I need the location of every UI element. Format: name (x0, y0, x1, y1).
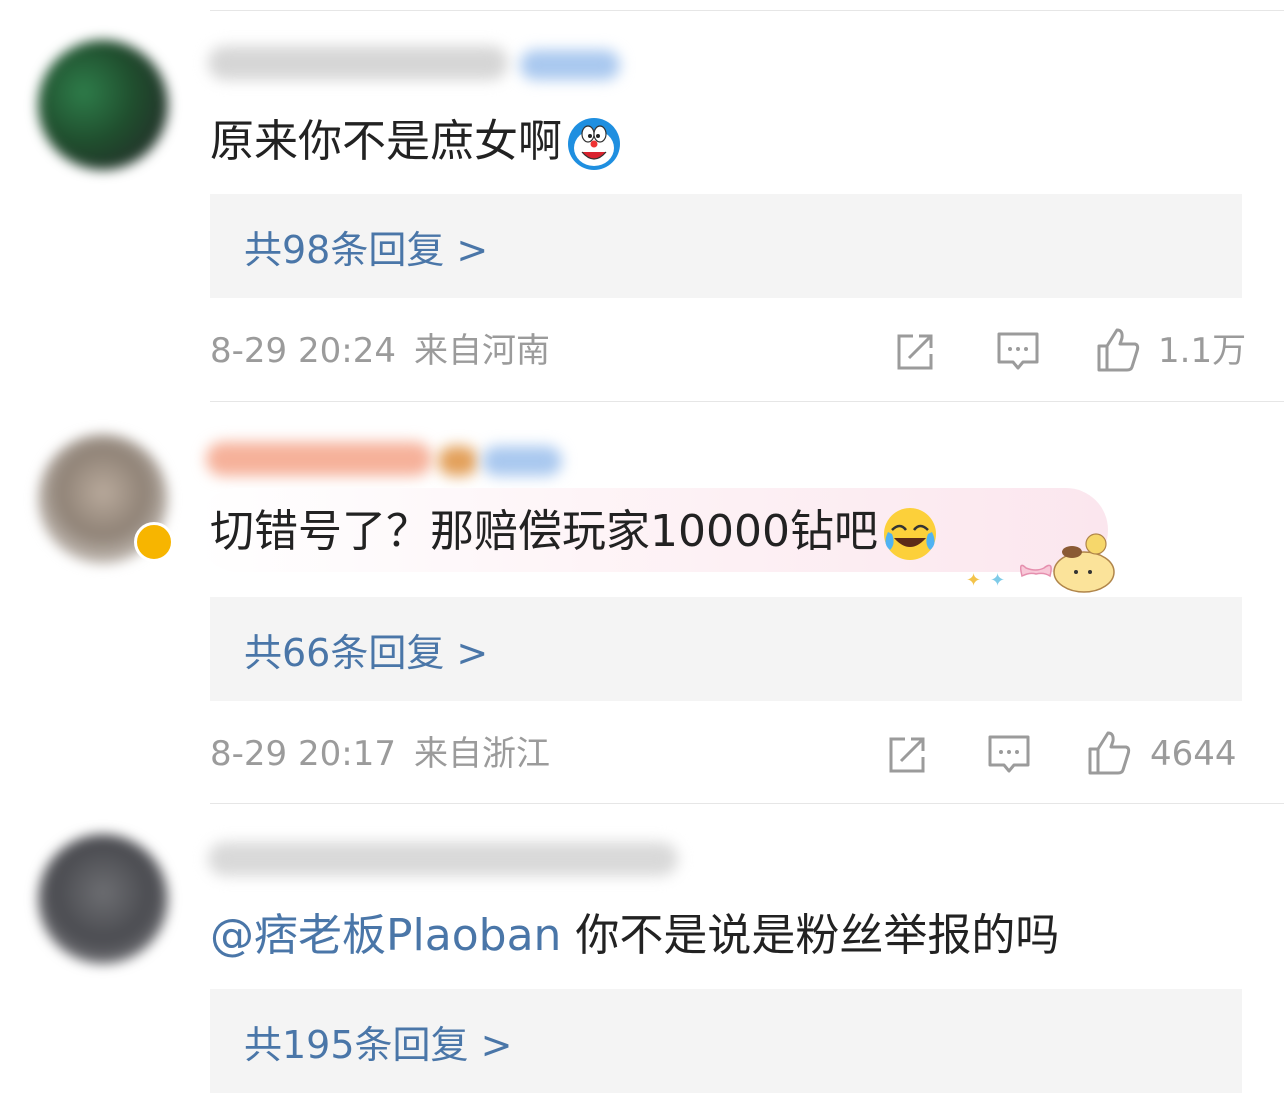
avatar[interactable] (38, 40, 168, 170)
timestamp: 8-29 20:17 (210, 734, 396, 774)
mention-link[interactable]: @痞老板Plaoban (210, 910, 561, 961)
thumbs-up-icon[interactable] (1086, 729, 1132, 777)
svg-text:✦: ✦ (966, 570, 981, 591)
location: 来自浙江 (413, 734, 550, 774)
laugh-cry-emoji (883, 508, 936, 560)
svg-text:✦: ✦ (990, 570, 1005, 591)
top-divider (210, 10, 1284, 11)
comment-icon[interactable] (995, 330, 1041, 374)
comment-text: 切错号了？那赔偿玩家10000钻吧 (210, 504, 938, 562)
share-icon[interactable] (893, 330, 937, 374)
reply-summary-button[interactable]: 共195条回复 > (210, 989, 1242, 1093)
thumbs-up-icon[interactable] (1095, 326, 1141, 374)
reply-count-label: 共195条回复 > (244, 1022, 513, 1067)
doraemon-emoji (568, 118, 620, 170)
reply-count-label: 共66条回复 > (244, 630, 489, 675)
comment-divider (210, 401, 1284, 402)
comment-body: 切错号了？那赔偿玩家10000钻吧 (210, 506, 878, 557)
comment-text: 原来你不是庶女啊 (210, 114, 622, 172)
reply-summary-button[interactable]: 共66条回复 > (210, 597, 1242, 701)
comment-text: @痞老板Plaoban 你不是说是粉丝举报的吗 (210, 908, 1059, 964)
comment-meta: 8-29 20:17 来自浙江 (210, 734, 550, 774)
timestamp: 8-29 20:24 (210, 331, 396, 371)
comment-icon[interactable] (986, 733, 1032, 777)
like-count: 4644 (1150, 734, 1237, 774)
comment-meta: 8-29 20:24 来自河南 (210, 331, 550, 371)
verified-badge (134, 522, 174, 562)
reply-count-label: 共98条回复 > (244, 227, 489, 272)
share-icon[interactable] (885, 733, 929, 777)
reply-summary-button[interactable]: 共98条回复 > (210, 194, 1242, 298)
pompompurin-sticker: ✦ ✦ (966, 533, 1115, 593)
comment-divider (210, 803, 1284, 804)
comment-body: 你不是说是粉丝举报的吗 (561, 910, 1060, 961)
like-count: 1.1万 (1158, 331, 1247, 371)
comment-body: 原来你不是庶女啊 (210, 116, 562, 167)
location: 来自河南 (413, 331, 550, 371)
avatar[interactable] (38, 834, 168, 964)
